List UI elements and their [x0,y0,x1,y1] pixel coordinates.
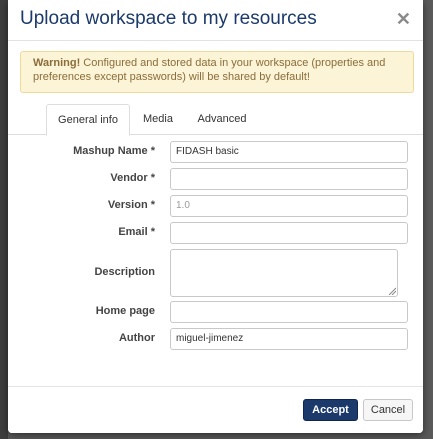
description-label: Description [94,266,155,278]
warning-strong: Warning! [33,57,81,69]
backdrop [0,0,8,439]
dialog-header: Upload workspace to my resources ✕ [8,0,423,41]
author-row: Author miguel-jimenez [8,328,423,350]
description-textarea[interactable] [170,249,398,297]
cancel-button[interactable]: Cancel [363,399,413,421]
version-row: Version * 1.0 [8,195,423,217]
version-label: Version * [107,199,155,211]
warning-text: Configured and stored data in your works… [33,57,386,83]
resize-grip-icon[interactable] [388,287,396,295]
author-input[interactable]: miguel-jimenez [170,328,408,350]
warning-alert: Warning! Configured and stored data in y… [20,51,414,93]
upload-workspace-dialog: Upload workspace to my resources ✕ Warni… [8,0,423,433]
dialog-footer: Accept Cancel [8,386,423,433]
description-row: Description [8,249,423,297]
home-page-input[interactable] [170,301,408,323]
mashup-name-input[interactable]: FIDASH basic [170,141,408,163]
tab-media[interactable]: Media [136,104,180,133]
author-label: Author [118,332,155,344]
email-row: Email * [8,222,423,244]
mashup-name-row: Mashup Name * FIDASH basic [8,141,423,163]
vendor-row: Vendor * [8,168,423,190]
accept-button[interactable]: Accept [303,399,358,421]
close-icon[interactable]: ✕ [396,10,411,28]
home-page-row: Home page [8,301,423,323]
vendor-label: Vendor * [110,172,155,184]
tab-general-info[interactable]: General info [46,104,130,136]
mashup-name-label: Mashup Name * [73,145,155,157]
vendor-input[interactable] [170,168,408,190]
email-input[interactable] [170,222,408,244]
dialog-title: Upload workspace to my resources [20,8,317,29]
home-page-label: Home page [95,305,155,317]
email-label: Email * [118,226,155,238]
tab-advanced[interactable]: Advanced [190,104,254,133]
version-input[interactable]: 1.0 [170,195,408,217]
tab-bar: General info Media Advanced [8,104,423,136]
